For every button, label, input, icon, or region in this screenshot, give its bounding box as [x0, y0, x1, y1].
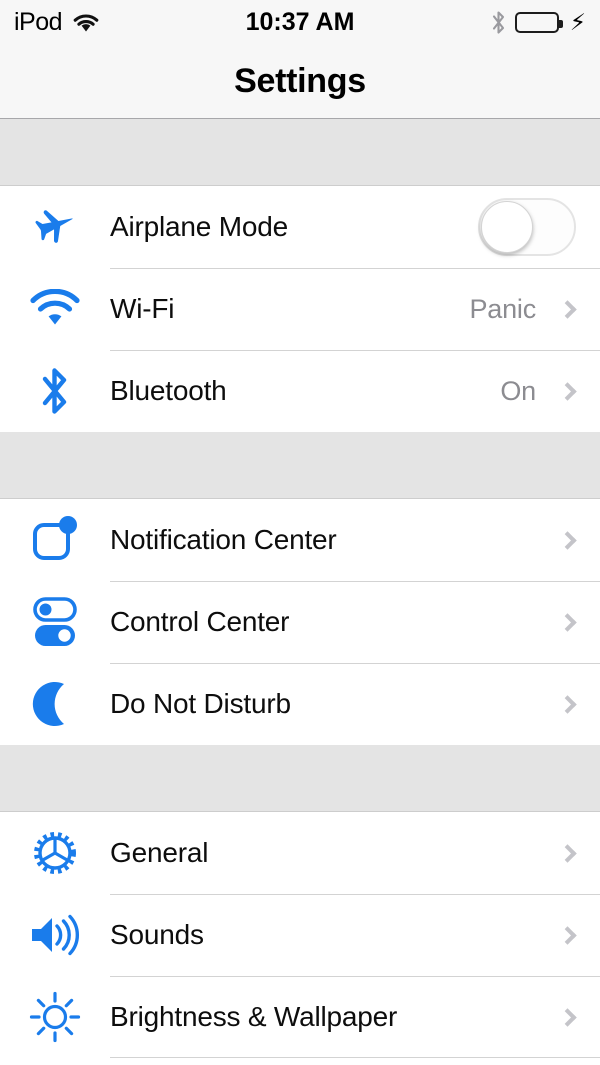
toggle-track[interactable]	[478, 198, 576, 256]
settings-group-connectivity: Airplane Mode Wi-Fi Panic Bluetooth On	[0, 186, 600, 432]
section-gap-2	[0, 432, 600, 499]
chevron-right-icon[interactable]	[550, 381, 584, 401]
control-center-icon	[0, 581, 110, 663]
settings-group-centers: Notification Center Control Center Do No…	[0, 499, 600, 745]
brightness-sun-icon	[0, 976, 110, 1058]
chevron-right-icon[interactable]	[550, 530, 584, 550]
chevron-right-icon[interactable]	[550, 1007, 584, 1027]
settings-row-control-center[interactable]: Control Center	[0, 581, 600, 663]
settings-screen: iPod 10:37 AM ⚡ Settings Airplane Mode W…	[0, 0, 600, 1065]
settings-row-general[interactable]: General	[0, 812, 600, 894]
toggle-knob[interactable]	[481, 201, 533, 253]
carrier-label: iPod	[14, 7, 63, 36]
status-bar-left: iPod	[14, 8, 100, 37]
status-bar-right: ⚡	[491, 10, 586, 35]
settings-row-label: Bluetooth	[110, 375, 227, 406]
settings-row-label: Airplane Mode	[110, 211, 288, 242]
settings-group-system: General Sounds Brightness & Wallpaper	[0, 812, 600, 1058]
settings-row-brightness-wallpaper[interactable]: Brightness & Wallpaper	[0, 976, 600, 1058]
settings-row-label: Do Not Disturb	[110, 688, 291, 719]
page-title: Settings	[234, 61, 366, 100]
section-gap-1	[0, 119, 600, 186]
airplane-icon	[0, 186, 110, 268]
wifi-icon	[0, 268, 110, 350]
chevron-right-icon[interactable]	[550, 694, 584, 714]
wifi-icon	[72, 12, 100, 33]
settings-row-do-not-disturb[interactable]: Do Not Disturb	[0, 663, 600, 745]
settings-row-label: Brightness & Wallpaper	[110, 1001, 398, 1032]
settings-row-bluetooth[interactable]: Bluetooth On	[0, 350, 600, 432]
section-gap-3	[0, 745, 600, 812]
settings-row-wifi[interactable]: Wi-Fi Panic	[0, 268, 600, 350]
battery-icon	[514, 11, 563, 33]
lightning-bolt-icon: ⚡	[569, 8, 586, 35]
status-bar: iPod 10:37 AM ⚡	[0, 0, 600, 44]
settings-row-label: Sounds	[110, 919, 204, 950]
settings-row-value: Panic	[469, 293, 536, 324]
settings-row-label: Control Center	[110, 606, 290, 637]
airplane-mode-toggle[interactable]	[478, 198, 576, 256]
speaker-icon	[0, 894, 110, 976]
settings-row-sounds[interactable]: Sounds	[0, 894, 600, 976]
chevron-right-icon[interactable]	[550, 843, 584, 863]
settings-row-label: Notification Center	[110, 524, 337, 555]
settings-row-airplane-mode[interactable]: Airplane Mode	[0, 186, 600, 268]
bluetooth-icon	[491, 10, 506, 35]
settings-row-value: On	[500, 375, 536, 406]
settings-row-label: Wi-Fi	[110, 293, 175, 324]
chevron-right-icon[interactable]	[550, 612, 584, 632]
gear-icon	[0, 812, 110, 894]
do-not-disturb-moon-icon	[0, 663, 110, 745]
notification-center-icon	[0, 499, 110, 581]
chevron-right-icon[interactable]	[550, 925, 584, 945]
settings-row-label: General	[110, 837, 209, 868]
bluetooth-icon	[0, 350, 110, 432]
navigation-bar: Settings	[0, 44, 600, 119]
settings-row-notification-center[interactable]: Notification Center	[0, 499, 600, 581]
chevron-right-icon[interactable]	[550, 299, 584, 319]
